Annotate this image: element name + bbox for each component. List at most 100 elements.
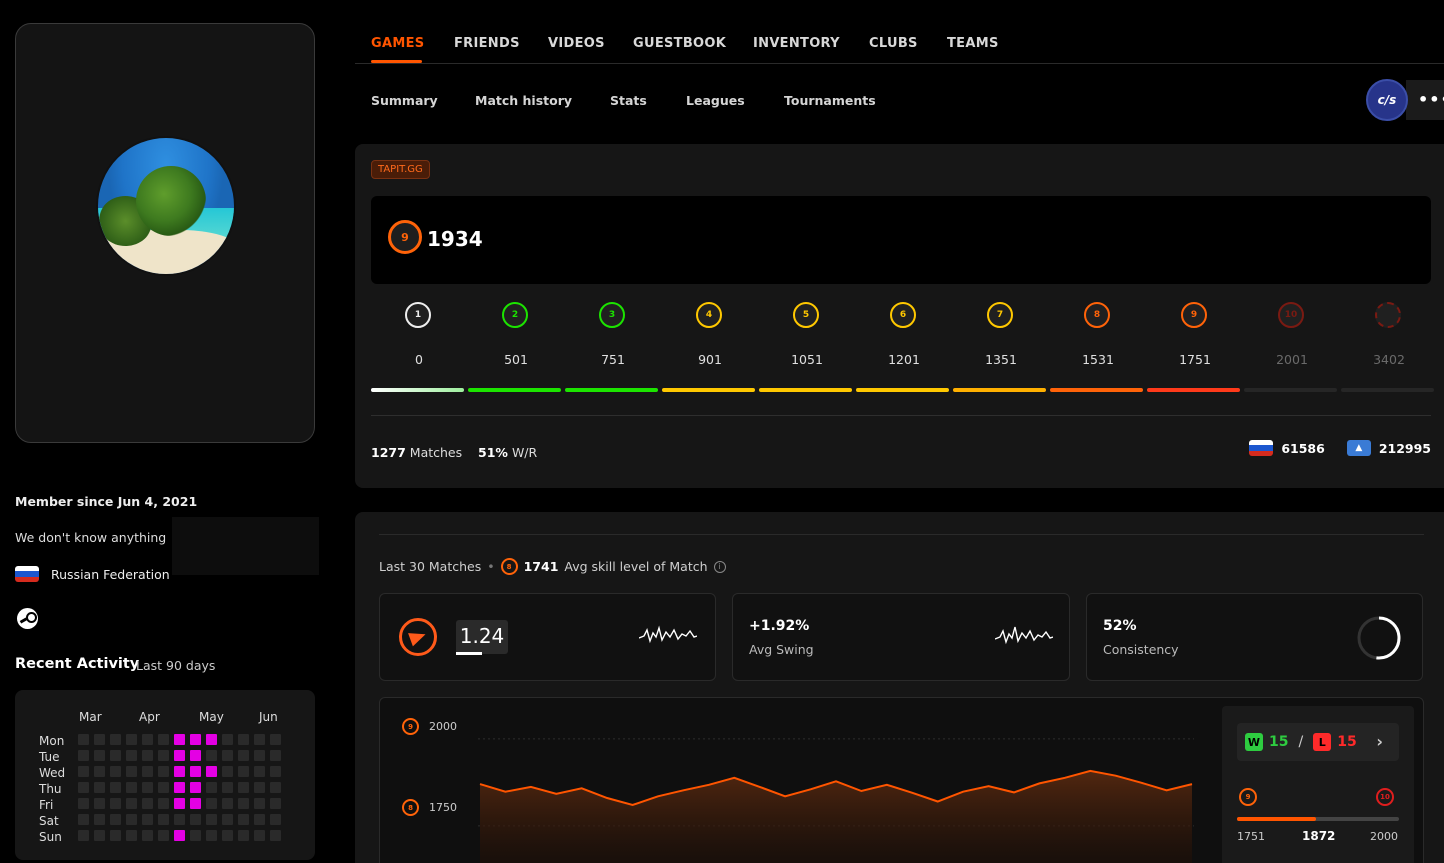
heatmap-cell[interactable] — [158, 814, 169, 825]
elo-point[interactable] — [576, 782, 588, 794]
heatmap-cell[interactable] — [238, 814, 249, 825]
heatmap-cell[interactable] — [222, 782, 233, 793]
elo-point[interactable] — [652, 790, 664, 802]
elo-point[interactable] — [805, 783, 817, 795]
heatmap-cell[interactable] — [78, 750, 89, 761]
heatmap-cell[interactable] — [222, 766, 233, 777]
heatmap-cell[interactable] — [126, 734, 137, 745]
heatmap-cell[interactable] — [174, 766, 185, 777]
region-rank[interactable]: 212995 — [1379, 441, 1431, 456]
heatmap-cell[interactable] — [254, 830, 265, 841]
heatmap-cell[interactable] — [158, 782, 169, 793]
heatmap-cell[interactable] — [254, 734, 265, 745]
heatmap-cell[interactable] — [158, 798, 169, 809]
heatmap-cell[interactable] — [158, 766, 169, 777]
heatmap-cell[interactable] — [142, 766, 153, 777]
heatmap-cell[interactable] — [142, 830, 153, 841]
heatmap-cell[interactable] — [126, 830, 137, 841]
heatmap-cell[interactable] — [270, 830, 281, 841]
elo-point[interactable] — [627, 799, 639, 811]
subtab-stats[interactable]: Stats — [610, 93, 647, 108]
heatmap-cell[interactable] — [206, 750, 217, 761]
heatmap-cell[interactable] — [206, 734, 217, 745]
heatmap-cell[interactable] — [110, 734, 121, 745]
heatmap-cell[interactable] — [190, 750, 201, 761]
elo-point[interactable] — [550, 788, 562, 800]
heatmap-cell[interactable] — [190, 798, 201, 809]
elo-point[interactable] — [703, 779, 715, 791]
country-rank[interactable]: 61586 — [1281, 441, 1325, 456]
heatmap-cell[interactable] — [78, 734, 89, 745]
heatmap-cell[interactable] — [190, 782, 201, 793]
elo-point[interactable] — [779, 790, 791, 802]
heatmap-cell[interactable] — [238, 798, 249, 809]
heatmap-cell[interactable] — [158, 750, 169, 761]
heatmap-cell[interactable] — [110, 782, 121, 793]
heatmap-cell[interactable] — [174, 750, 185, 761]
tab-friends[interactable]: FRIENDS — [454, 36, 520, 51]
elo-point[interactable] — [525, 781, 537, 793]
heatmap-cell[interactable] — [174, 798, 185, 809]
heatmap-cell[interactable] — [158, 830, 169, 841]
heatmap-cell[interactable] — [94, 750, 105, 761]
elo-point[interactable] — [1033, 777, 1045, 789]
heatmap-cell[interactable] — [94, 798, 105, 809]
subtab-leagues[interactable]: Leagues — [686, 93, 745, 108]
tab-clubs[interactable]: CLUBS — [869, 36, 918, 51]
heatmap-cell[interactable] — [174, 734, 185, 745]
heatmap-cell[interactable] — [206, 798, 217, 809]
heatmap-cell[interactable] — [78, 782, 89, 793]
elo-point[interactable] — [1161, 784, 1173, 796]
heatmap-cell[interactable] — [238, 734, 249, 745]
heatmap-cell[interactable] — [126, 750, 137, 761]
elo-point[interactable] — [932, 795, 944, 807]
subtab-tournaments[interactable]: Tournaments — [784, 93, 876, 108]
heatmap-cell[interactable] — [94, 734, 105, 745]
heatmap-cell[interactable] — [190, 734, 201, 745]
elo-point[interactable] — [1135, 777, 1147, 789]
heatmap-cell[interactable] — [270, 782, 281, 793]
elo-point[interactable] — [906, 787, 918, 799]
heatmap-cell[interactable] — [270, 750, 281, 761]
heatmap-cell[interactable] — [110, 798, 121, 809]
heatmap-cell[interactable] — [254, 766, 265, 777]
elo-point[interactable] — [1059, 772, 1071, 784]
elo-point[interactable] — [1110, 770, 1122, 782]
heatmap-cell[interactable] — [126, 782, 137, 793]
heatmap-cell[interactable] — [126, 766, 137, 777]
heatmap-cell[interactable] — [142, 814, 153, 825]
tab-inventory[interactable]: INVENTORY — [753, 36, 840, 51]
heatmap-cell[interactable] — [270, 814, 281, 825]
subtab-match-history[interactable]: Match history — [475, 93, 572, 108]
heatmap-cell[interactable] — [206, 830, 217, 841]
heatmap-cell[interactable] — [238, 830, 249, 841]
heatmap-cell[interactable] — [270, 734, 281, 745]
heatmap-cell[interactable] — [174, 814, 185, 825]
tab-videos[interactable]: VIDEOS — [548, 36, 605, 51]
heatmap-cell[interactable] — [78, 814, 89, 825]
heatmap-cell[interactable] — [110, 766, 121, 777]
heatmap-cell[interactable] — [78, 766, 89, 777]
elo-point[interactable] — [1008, 786, 1020, 798]
avatar[interactable] — [96, 136, 236, 276]
cs-game-icon[interactable]: c/s — [1366, 79, 1408, 121]
heatmap-cell[interactable] — [238, 782, 249, 793]
heatmap-cell[interactable] — [222, 814, 233, 825]
heatmap-cell[interactable] — [222, 830, 233, 841]
heatmap-cell[interactable] — [94, 814, 105, 825]
elo-point[interactable] — [677, 784, 689, 796]
heatmap-cell[interactable] — [206, 814, 217, 825]
heatmap-cell[interactable] — [190, 830, 201, 841]
subtab-summary[interactable]: Summary — [371, 93, 438, 108]
heatmap-cell[interactable] — [110, 830, 121, 841]
heatmap-cell[interactable] — [126, 814, 137, 825]
heatmap-cell[interactable] — [222, 750, 233, 761]
elo-point[interactable] — [499, 786, 511, 798]
heatmap-cell[interactable] — [206, 766, 217, 777]
elo-point[interactable] — [830, 775, 842, 787]
heatmap-cell[interactable] — [142, 734, 153, 745]
heatmap-cell[interactable] — [254, 750, 265, 761]
heatmap-cell[interactable] — [270, 798, 281, 809]
heatmap-cell[interactable] — [270, 766, 281, 777]
elo-point[interactable] — [754, 781, 766, 793]
